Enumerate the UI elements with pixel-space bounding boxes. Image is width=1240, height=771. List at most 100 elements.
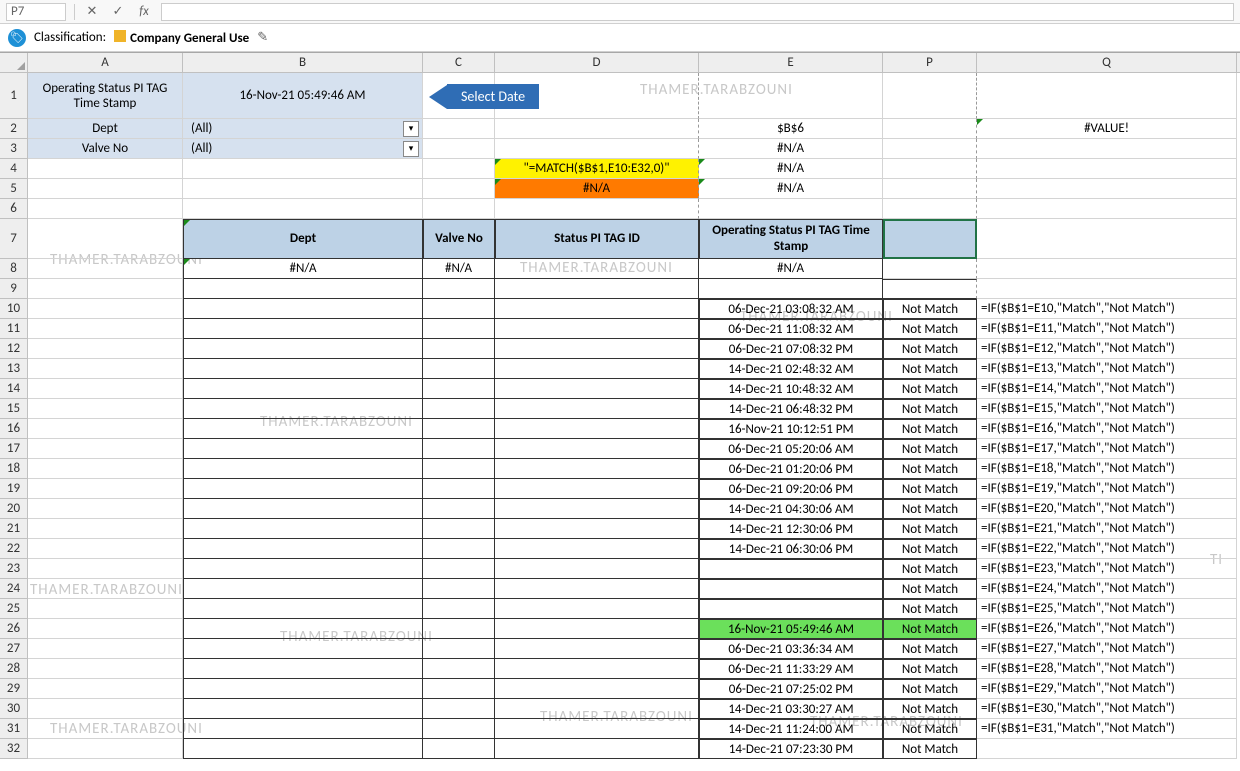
cell-P11[interactable]: Not Match — [883, 319, 977, 339]
cell-B28[interactable] — [183, 659, 423, 679]
cell-Q29[interactable]: =IF($B$1=E29,"Match","Not Match") — [977, 679, 1237, 699]
cell-P10[interactable]: Not Match — [883, 299, 977, 319]
cell-E15[interactable]: 14-Dec-21 06:48:32 PM — [699, 399, 883, 419]
cell-D21[interactable] — [495, 519, 699, 539]
cell-Q10[interactable]: =IF($B$1=E10,"Match","Not Match") — [977, 299, 1237, 319]
row-3[interactable]: 3 Valve No (All) ▾ #N/A — [0, 139, 1240, 159]
cell-D30[interactable] — [495, 699, 699, 719]
cell-D15[interactable] — [495, 399, 699, 419]
cell-B19[interactable] — [183, 479, 423, 499]
cell-P25[interactable]: Not Match — [883, 599, 977, 619]
col-header-P[interactable]: P — [883, 53, 977, 72]
cell-P14[interactable]: Not Match — [883, 379, 977, 399]
cell-D13[interactable] — [495, 359, 699, 379]
dropdown-icon[interactable]: ▾ — [403, 121, 419, 137]
cell-P22[interactable]: Not Match — [883, 539, 977, 559]
cell-D5[interactable]: #N/A — [495, 179, 699, 199]
row-7[interactable]: 7 Dept Valve No Status PI TAG ID Operati… — [0, 219, 1240, 259]
row-31[interactable]: 3114-Dec-21 11:24:00 AMNot Match=IF($B$1… — [0, 719, 1240, 739]
row-15[interactable]: 1514-Dec-21 06:48:32 PMNot Match=IF($B$1… — [0, 399, 1240, 419]
cell-B22[interactable] — [183, 539, 423, 559]
cell-B4[interactable] — [183, 159, 423, 179]
cell-P29[interactable]: Not Match — [883, 679, 977, 699]
cell-B1[interactable]: 16-Nov-21 05:49:46 AM — [183, 73, 423, 119]
cell-C30[interactable] — [423, 699, 495, 719]
row-28[interactable]: 2806-Dec-21 11:33:29 AMNot Match=IF($B$1… — [0, 659, 1240, 679]
col-header-A[interactable]: A — [28, 53, 183, 72]
cell-C19[interactable] — [423, 479, 495, 499]
cell-D24[interactable] — [495, 579, 699, 599]
edit-classification-icon[interactable]: ✎ — [257, 30, 268, 45]
cell-Q22[interactable]: =IF($B$1=E22,"Match","Not Match") — [977, 539, 1237, 559]
cell-D18[interactable] — [495, 459, 699, 479]
cell-P7-selected[interactable] — [883, 219, 977, 259]
cell-C18[interactable] — [423, 459, 495, 479]
cell-P23[interactable]: Not Match — [883, 559, 977, 579]
cell-C5[interactable] — [423, 179, 495, 199]
row-21[interactable]: 2114-Dec-21 12:30:06 PMNot Match=IF($B$1… — [0, 519, 1240, 539]
cell-E4[interactable]: #N/A — [699, 159, 883, 179]
cell-C16[interactable] — [423, 419, 495, 439]
header-statustag[interactable]: Status PI TAG ID — [495, 219, 699, 259]
cell-C21[interactable] — [423, 519, 495, 539]
cell-P15[interactable]: Not Match — [883, 399, 977, 419]
header-timestamp[interactable]: Operating Status PI TAG Time Stamp — [699, 219, 883, 259]
cell-E30[interactable]: 14-Dec-21 03:30:27 AM — [699, 699, 883, 719]
cell-B32[interactable] — [183, 739, 423, 759]
cell-Q20[interactable]: =IF($B$1=E20,"Match","Not Match") — [977, 499, 1237, 519]
dropdown-icon[interactable]: ▾ — [403, 141, 419, 157]
cell-E19[interactable]: 06-Dec-21 09:20:06 PM — [699, 479, 883, 499]
cell-E14[interactable]: 14-Dec-21 10:48:32 AM — [699, 379, 883, 399]
cell-B15[interactable] — [183, 399, 423, 419]
cell-Q15[interactable]: =IF($B$1=E15,"Match","Not Match") — [977, 399, 1237, 419]
cell-P30[interactable]: Not Match — [883, 699, 977, 719]
cell-D3[interactable] — [495, 139, 699, 159]
cell-D4[interactable]: "=MATCH($B$1,E10:E32,0)" — [495, 159, 699, 179]
row-18[interactable]: 1806-Dec-21 01:20:06 PMNot Match=IF($B$1… — [0, 459, 1240, 479]
row-10[interactable]: 1006-Dec-21 03:08:32 AMNot Match=IF($B$1… — [0, 299, 1240, 319]
cell-A5[interactable] — [28, 179, 183, 199]
cell-B18[interactable] — [183, 459, 423, 479]
cell-Q14[interactable]: =IF($B$1=E14,"Match","Not Match") — [977, 379, 1237, 399]
formula-input[interactable] — [161, 3, 1234, 21]
cell-E16[interactable]: 16-Nov-21 10:12:51 PM — [699, 419, 883, 439]
cell-E31[interactable]: 14-Dec-21 11:24:00 AM — [699, 719, 883, 739]
enter-icon[interactable]: ✓ — [109, 3, 127, 21]
cell-P12[interactable]: Not Match — [883, 339, 977, 359]
cell-B29[interactable] — [183, 679, 423, 699]
cell-Q3[interactable] — [977, 139, 1237, 159]
cell-Q23[interactable]: =IF($B$1=E23,"Match","Not Match") — [977, 559, 1237, 579]
cell-Q25[interactable]: =IF($B$1=E25,"Match","Not Match") — [977, 599, 1237, 619]
cell-P17[interactable]: Not Match — [883, 439, 977, 459]
cell-E18[interactable]: 06-Dec-21 01:20:06 PM — [699, 459, 883, 479]
cell-Q4[interactable] — [977, 159, 1237, 179]
cell-C28[interactable] — [423, 659, 495, 679]
cell-D28[interactable] — [495, 659, 699, 679]
row-17[interactable]: 1706-Dec-21 05:20:06 AMNot Match=IF($B$1… — [0, 439, 1240, 459]
cell-P32[interactable]: Not Match — [883, 739, 977, 759]
cell-B12[interactable] — [183, 339, 423, 359]
cell-D29[interactable] — [495, 679, 699, 699]
cell-B3[interactable]: (All) ▾ — [183, 139, 423, 159]
cell-A7[interactable] — [28, 219, 183, 259]
cell-C20[interactable] — [423, 499, 495, 519]
cell-Q27[interactable]: =IF($B$1=E27,"Match","Not Match") — [977, 639, 1237, 659]
cell-Q18[interactable]: =IF($B$1=E18,"Match","Not Match") — [977, 459, 1237, 479]
cell-E11[interactable]: 06-Dec-21 11:08:32 AM — [699, 319, 883, 339]
row-32[interactable]: 3214-Dec-21 07:23:30 PMNot Match — [0, 739, 1240, 759]
cell-Q13[interactable]: =IF($B$1=E13,"Match","Not Match") — [977, 359, 1237, 379]
cell-C10[interactable] — [423, 299, 495, 319]
cell-B8[interactable]: #N/A — [183, 259, 423, 279]
cell-Q26[interactable]: =IF($B$1=E26,"Match","Not Match") — [977, 619, 1237, 639]
cell-A3[interactable]: Valve No — [28, 139, 183, 159]
cell-C26[interactable] — [423, 619, 495, 639]
row-8[interactable]: 8 #N/A #N/A #N/A — [0, 259, 1240, 279]
cell-E17[interactable]: 06-Dec-21 05:20:06 AM — [699, 439, 883, 459]
fx-icon[interactable]: fx — [135, 3, 153, 21]
cell-P20[interactable]: Not Match — [883, 499, 977, 519]
cell-B30[interactable] — [183, 699, 423, 719]
row-20[interactable]: 2014-Dec-21 04:30:06 AMNot Match=IF($B$1… — [0, 499, 1240, 519]
cell-P26[interactable]: Not Match — [883, 619, 977, 639]
cell-B16[interactable] — [183, 419, 423, 439]
cell-B24[interactable] — [183, 579, 423, 599]
